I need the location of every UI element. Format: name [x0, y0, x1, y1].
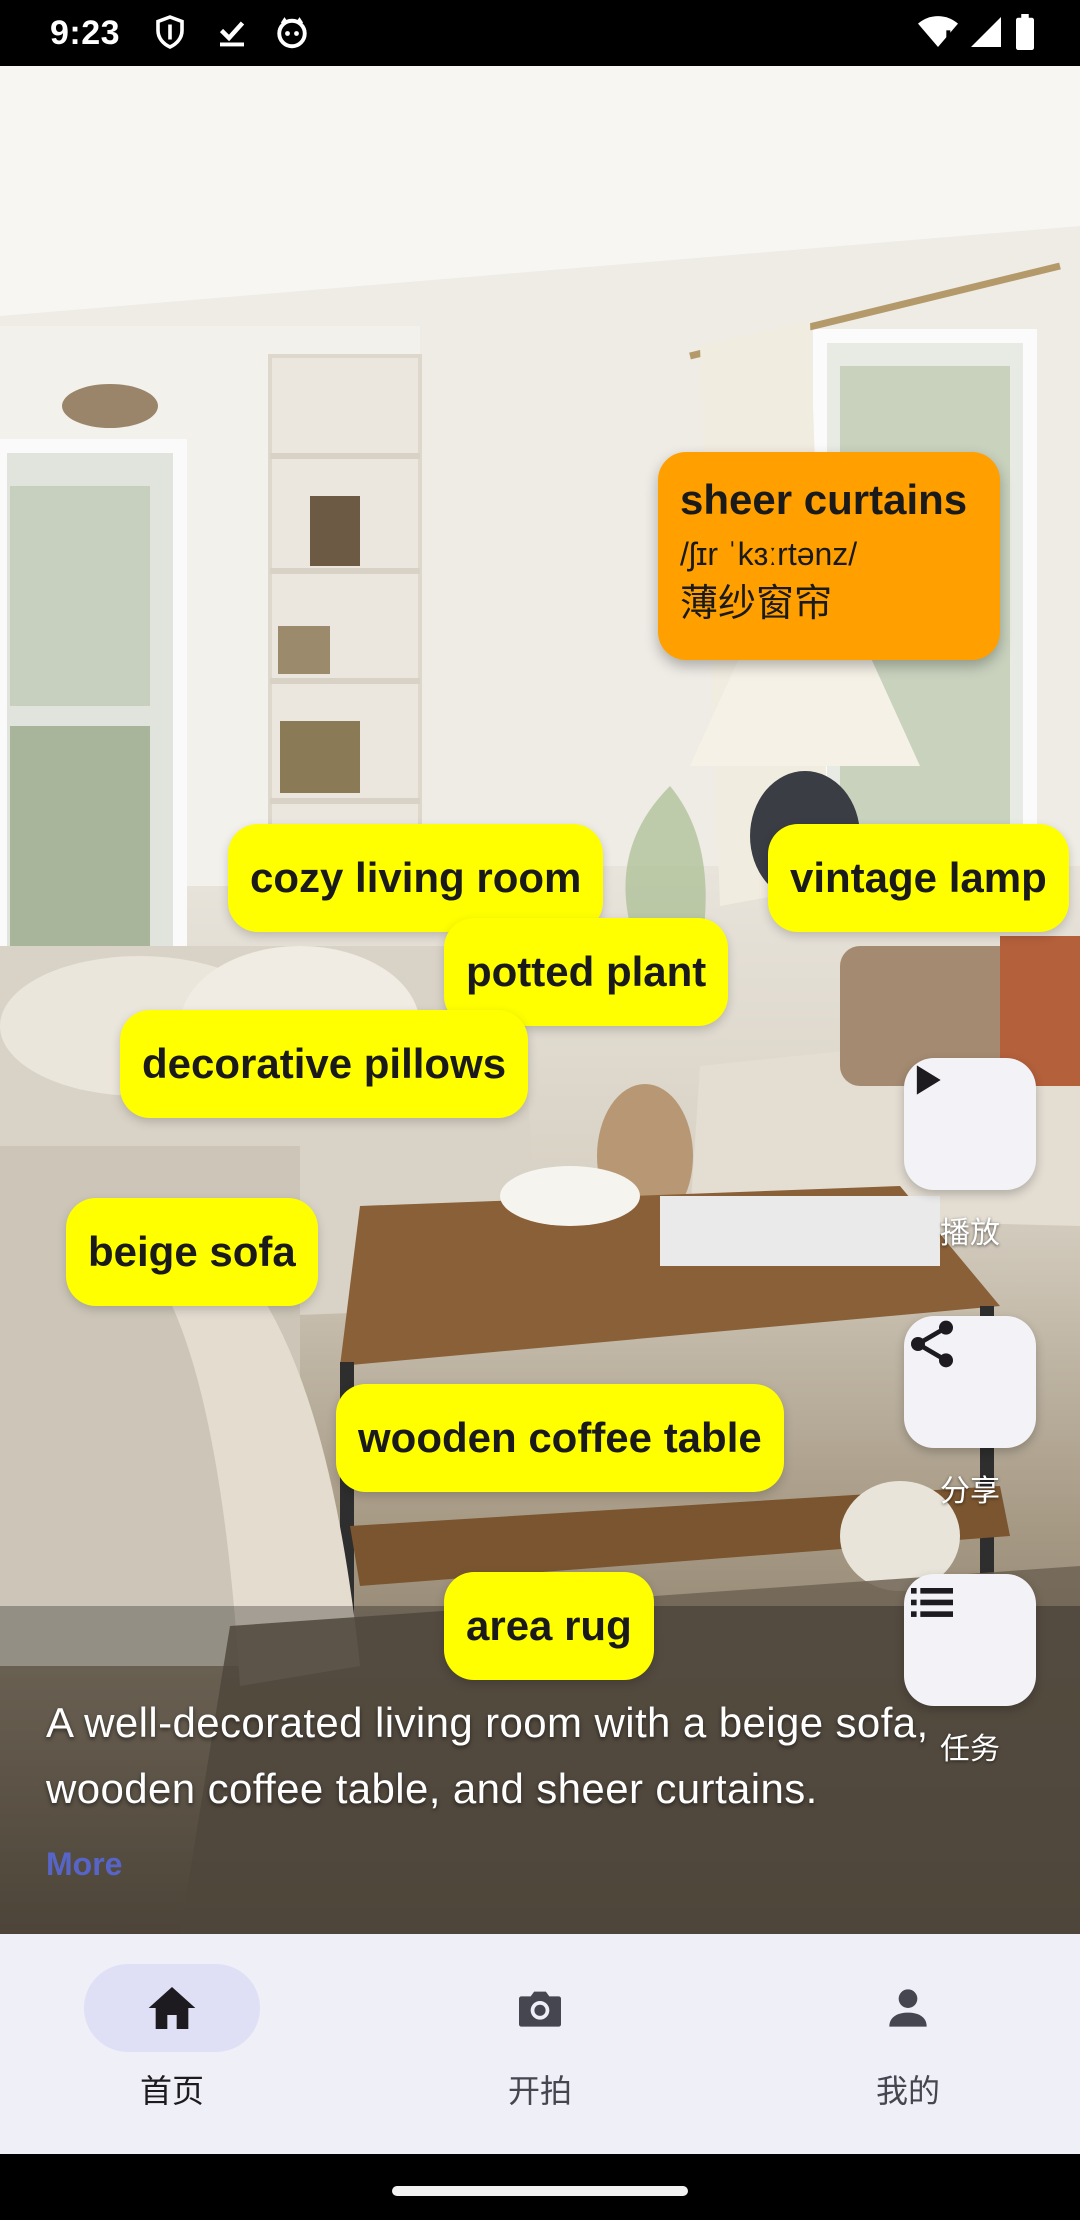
share-button[interactable] [904, 1316, 1036, 1448]
cat-face-icon [277, 17, 307, 49]
tag-vintage-lamp[interactable]: vintage lamp [768, 824, 1069, 932]
card-word: sheer curtains [680, 476, 968, 523]
gesture-handle[interactable] [392, 2186, 688, 2196]
scene-caption: A well-decorated living room with a beig… [46, 1699, 929, 1812]
share-icon [911, 1320, 953, 1368]
nav-camera-label: 开拍 [507, 2073, 572, 2109]
nav-home-indicator [84, 1964, 260, 2052]
word-card[interactable]: sheer curtains /ʃɪr ˈkɜːrtənz/ 薄纱窗帘 [658, 452, 1000, 660]
nav-camera-indicator [452, 1964, 628, 2052]
tag-wooden-coffee-table[interactable]: wooden coffee table [336, 1384, 784, 1492]
tag-area-rug[interactable]: area rug [444, 1572, 654, 1680]
list-icon [911, 1588, 953, 1617]
nav-camera[interactable]: 开拍 [420, 1964, 660, 2112]
signal-icon [971, 17, 1001, 47]
nav-home-label: 首页 [139, 2073, 204, 2109]
tag-cozy-living-room[interactable]: cozy living room [228, 824, 604, 932]
nav-mine[interactable]: 我的 [788, 1964, 1028, 2112]
battery-icon [1016, 14, 1034, 50]
status-bar: 9:23 [0, 0, 1080, 66]
card-phonetic: /ʃɪr ˈkɜːrtənz/ [680, 536, 858, 572]
person-icon [889, 1989, 927, 2027]
tag-decorative-pillows[interactable]: decorative pillows [120, 1010, 529, 1118]
tasks-button[interactable] [904, 1574, 1036, 1706]
nav-home[interactable]: 首页 [52, 1964, 292, 2112]
nav-mine-indicator [820, 1964, 996, 2052]
card-translation: 薄纱窗帘 [680, 583, 833, 625]
play-button[interactable] [904, 1058, 1036, 1190]
play-icon [916, 1065, 941, 1095]
share-label: 分享 [940, 1475, 1000, 1508]
play-label: 播放 [940, 1217, 1000, 1250]
status-time: 9:23 [50, 14, 121, 52]
scene-photo: sheer curtains /ʃɪr ˈkɜːrtənz/ 薄纱窗帘 cozy… [0, 66, 1080, 1934]
bottom-navigation: 首页 开拍 我的 [0, 1934, 1080, 2154]
more-link[interactable]: More [46, 1846, 122, 1883]
home-icon [148, 1987, 196, 2029]
download-done-icon [219, 21, 245, 47]
nav-mine-label: 我的 [875, 2073, 940, 2109]
shield-icon [156, 15, 184, 49]
tag-beige-sofa[interactable]: beige sofa [66, 1198, 318, 1306]
camera-icon [519, 1991, 561, 2027]
wifi-icon [918, 16, 958, 48]
